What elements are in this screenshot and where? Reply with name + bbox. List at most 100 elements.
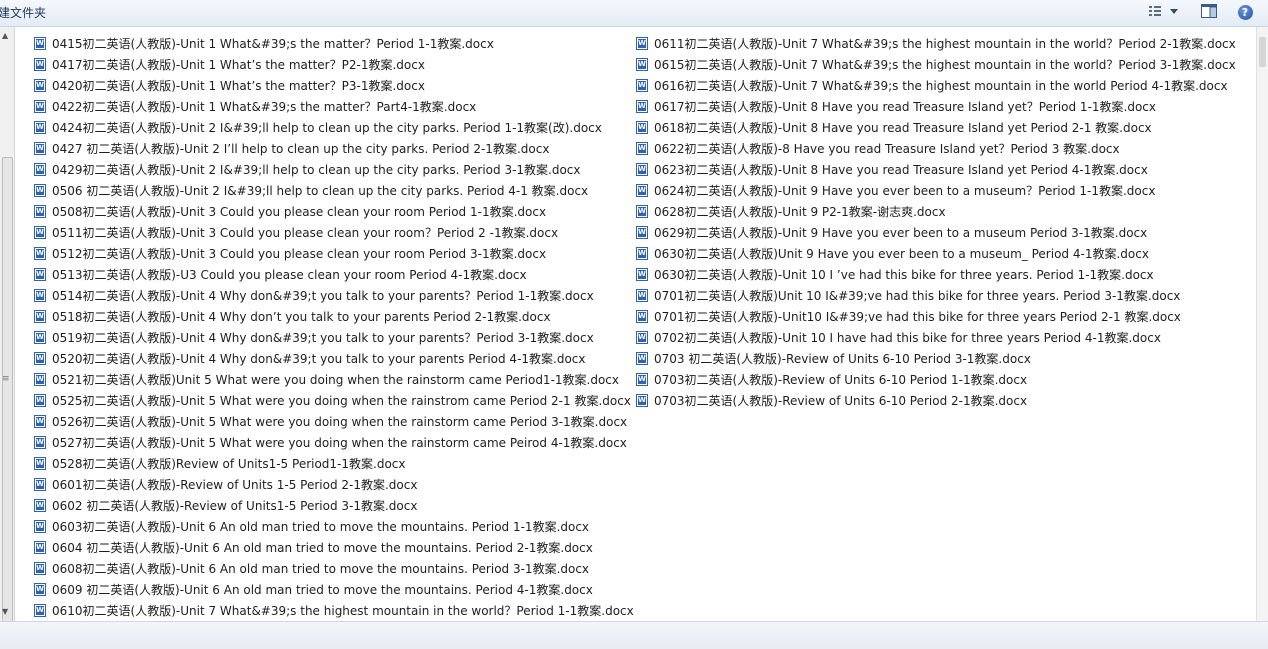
file-item[interactable]: 0602 初二英语(人教版)-Review of Units1-5 Period… xyxy=(34,495,634,516)
file-item[interactable]: 0429初二英语(人教版)-Unit 2 I&#39;ll help to cl… xyxy=(34,159,634,180)
file-name: 0630初二英语(人教版)-Unit 10 I ’ve had this bik… xyxy=(654,268,1154,282)
word-document-icon xyxy=(34,268,46,281)
file-item[interactable]: 0623初二英语(人教版)-Unit 8 Have you read Treas… xyxy=(636,159,1236,180)
word-document-icon xyxy=(34,310,46,323)
word-document-icon xyxy=(636,142,648,155)
file-item[interactable]: 0608初二英语(人教版)-Unit 6 An old man tried to… xyxy=(34,558,634,579)
file-item[interactable]: 0427 初二英语(人教版)-Unit 2 I’ll help to clean… xyxy=(34,138,634,159)
file-list: 0415初二英语(人教版)-Unit 1 What&#39;s the matt… xyxy=(0,27,1256,621)
file-item[interactable]: 0506 初二英语(人教版)-Unit 2 I&#39;ll help to c… xyxy=(34,180,634,201)
file-item[interactable]: 0628初二英语(人教版)-Unit 9 P2-1教案-谢志爽.docx xyxy=(636,201,1236,222)
status-bar xyxy=(0,621,1268,649)
views-icon xyxy=(1149,5,1179,20)
file-item[interactable]: 0513初二英语(人教版)-U3 Could you please clean … xyxy=(34,264,634,285)
file-name: 0702初二英语(人教版)-Unit 10 I have had this bi… xyxy=(654,331,1161,345)
file-list-scrollbar[interactable] xyxy=(1256,27,1268,621)
file-item[interactable]: 0703 初二英语(人教版)-Review of Units 6-10 Peri… xyxy=(636,348,1236,369)
file-item[interactable]: 0420初二英语(人教版)-Unit 1 What’s the matter？P… xyxy=(34,75,634,96)
file-item[interactable]: 0610初二英语(人教版)-Unit 7 What&#39;s the high… xyxy=(34,600,634,621)
file-name: 0701初二英语(人教版)-Unit10 I&#39;ve had this b… xyxy=(654,310,1181,324)
file-name: 0615初二英语(人教版)-Unit 7 What&#39;s the high… xyxy=(654,58,1236,72)
file-item[interactable]: 0511初二英语(人教版)-Unit 3 Could you please cl… xyxy=(34,222,634,243)
file-item[interactable]: 0528初二英语(人教版)Review of Units1-5 Period1-… xyxy=(34,453,634,474)
word-document-icon xyxy=(34,436,46,449)
file-name: 0415初二英语(人教版)-Unit 1 What&#39;s the matt… xyxy=(52,37,494,51)
file-item[interactable]: 0622初二英语(人教版)-8 Have you read Treasure I… xyxy=(636,138,1236,159)
file-name: 0520初二英语(人教版)-Unit 4 Why don&#39;t you t… xyxy=(52,352,586,366)
file-name: 0618初二英语(人教版)-Unit 8 Have you read Treas… xyxy=(654,121,1152,135)
file-item[interactable]: 0527初二英语(人教版)-Unit 5 What were you doing… xyxy=(34,432,634,453)
file-name: 0525初二英语(人教版)-Unit 5 What were you doing… xyxy=(52,394,631,408)
word-document-icon xyxy=(636,100,648,113)
word-document-icon xyxy=(34,163,46,176)
word-document-icon xyxy=(636,37,648,50)
new-folder-button[interactable]: 建文件夹 xyxy=(0,4,46,21)
word-document-icon xyxy=(34,205,46,218)
file-item[interactable]: 0630初二英语(人教版)-Unit 10 I ’ve had this bik… xyxy=(636,264,1236,285)
file-item[interactable]: 0514初二英语(人教版)-Unit 4 Why don&#39;t you t… xyxy=(34,285,634,306)
file-name: 0519初二英语(人教版)-Unit 4 Why don&#39;t you t… xyxy=(52,331,594,345)
file-item[interactable]: 0611初二英语(人教版)-Unit 7 What&#39;s the high… xyxy=(636,33,1236,54)
file-item[interactable]: 0520初二英语(人教版)-Unit 4 Why don&#39;t you t… xyxy=(34,348,634,369)
word-document-icon xyxy=(636,121,648,134)
file-item[interactable]: 0701初二英语(人教版)Unit 10 I&#39;ve had this b… xyxy=(636,285,1236,306)
file-name: 0518初二英语(人教版)-Unit 4 Why don’t you talk … xyxy=(52,310,551,324)
file-item[interactable]: 0601初二英语(人教版)-Review of Units 1-5 Period… xyxy=(34,474,634,495)
file-item[interactable]: 0603初二英语(人教版)-Unit 6 An old man tried to… xyxy=(34,516,634,537)
file-name: 0617初二英语(人教版)-Unit 8 Have you read Treas… xyxy=(654,100,1157,114)
file-item[interactable]: 0512初二英语(人教版)-Unit 3 Could you please cl… xyxy=(34,243,634,264)
file-item[interactable]: 0703初二英语(人教版)-Review of Units 6-10 Perio… xyxy=(636,369,1236,390)
file-name: 0527初二英语(人教版)-Unit 5 What were you doing… xyxy=(52,436,627,450)
file-name: 0422初二英语(人教版)-Unit 1 What&#39;s the matt… xyxy=(52,100,477,114)
file-item[interactable]: 0521初二英语(人教版)Unit 5 What were you doing … xyxy=(34,369,634,390)
file-name: 0424初二英语(人教版)-Unit 2 I&#39;ll help to cl… xyxy=(52,121,602,135)
file-name: 0628初二英语(人教版)-Unit 9 P2-1教案-谢志爽.docx xyxy=(654,205,946,219)
toolbar: 建文件夹 ? xyxy=(0,0,1268,27)
file-item[interactable]: 0604 初二英语(人教版)-Unit 6 An old man tried t… xyxy=(34,537,634,558)
file-item[interactable]: 0618初二英语(人教版)-Unit 8 Have you read Treas… xyxy=(636,117,1236,138)
word-document-icon xyxy=(34,79,46,92)
word-document-icon xyxy=(34,457,46,470)
file-name: 0513初二英语(人教版)-U3 Could you please clean … xyxy=(52,268,527,282)
file-name: 0511初二英语(人教版)-Unit 3 Could you please cl… xyxy=(52,226,559,240)
file-item[interactable]: 0417初二英语(人教版)-Unit 1 What’s the matter？P… xyxy=(34,54,634,75)
word-document-icon xyxy=(636,226,648,239)
file-item[interactable]: 0424初二英语(人教版)-Unit 2 I&#39;ll help to cl… xyxy=(34,117,634,138)
file-item[interactable]: 0701初二英语(人教版)-Unit10 I&#39;ve had this b… xyxy=(636,306,1236,327)
file-name: 0601初二英语(人教版)-Review of Units 1-5 Period… xyxy=(52,478,418,492)
file-column-1: 0415初二英语(人教版)-Unit 1 What&#39;s the matt… xyxy=(34,33,634,621)
file-item[interactable]: 0629初二英语(人教版)-Unit 9 Have you ever been … xyxy=(636,222,1236,243)
file-name: 0528初二英语(人教版)Review of Units1-5 Period1-… xyxy=(52,457,406,471)
word-document-icon xyxy=(636,184,648,197)
file-item[interactable]: 0615初二英语(人教版)-Unit 7 What&#39;s the high… xyxy=(636,54,1236,75)
file-item[interactable]: 0703初二英语(人教版)-Review of Units 6-10 Perio… xyxy=(636,390,1236,411)
word-document-icon xyxy=(34,415,46,428)
word-document-icon xyxy=(34,394,46,407)
file-item[interactable]: 0525初二英语(人教版)-Unit 5 What were you doing… xyxy=(34,390,634,411)
word-document-icon xyxy=(34,37,46,50)
file-name: 0701初二英语(人教版)Unit 10 I&#39;ve had this b… xyxy=(654,289,1181,303)
file-item[interactable]: 0519初二英语(人教版)-Unit 4 Why don&#39;t you t… xyxy=(34,327,634,348)
preview-pane-button[interactable] xyxy=(1200,3,1218,21)
help-button[interactable]: ? xyxy=(1236,3,1254,21)
file-name: 0526初二英语(人教版)-Unit 5 What were you doing… xyxy=(52,415,628,429)
word-document-icon xyxy=(34,373,46,386)
file-item[interactable]: 0508初二英语(人教版)-Unit 3 Could you please cl… xyxy=(34,201,634,222)
file-name: 0703 初二英语(人教版)-Review of Units 6-10 Peri… xyxy=(654,352,1031,366)
file-item[interactable]: 0630初二英语(人教版)Unit 9 Have you ever been t… xyxy=(636,243,1236,264)
file-item[interactable]: 0616初二英语(人教版)-Unit 7 What&#39;s the high… xyxy=(636,75,1236,96)
file-item[interactable]: 0702初二英语(人教版)-Unit 10 I have had this bi… xyxy=(636,327,1236,348)
file-item[interactable]: 0518初二英语(人教版)-Unit 4 Why don’t you talk … xyxy=(34,306,634,327)
file-item[interactable]: 0526初二英语(人教版)-Unit 5 What were you doing… xyxy=(34,411,634,432)
file-name: 0703初二英语(人教版)-Review of Units 6-10 Perio… xyxy=(654,394,1028,408)
file-item[interactable]: 0624初二英语(人教版)-Unit 9 Have you ever been … xyxy=(636,180,1236,201)
file-item[interactable]: 0422初二英语(人教版)-Unit 1 What&#39;s the matt… xyxy=(34,96,634,117)
file-name: 0514初二英语(人教版)-Unit 4 Why don&#39;t you t… xyxy=(52,289,594,303)
scroll-thumb[interactable] xyxy=(1259,37,1266,67)
file-item[interactable]: 0609 初二英语(人教版)-Unit 6 An old man tried t… xyxy=(34,579,634,600)
views-button[interactable] xyxy=(1143,3,1185,21)
word-document-icon xyxy=(636,247,648,260)
file-item[interactable]: 0415初二英语(人教版)-Unit 1 What&#39;s the matt… xyxy=(34,33,634,54)
word-document-icon xyxy=(636,373,648,386)
file-item[interactable]: 0617初二英语(人教版)-Unit 8 Have you read Treas… xyxy=(636,96,1236,117)
